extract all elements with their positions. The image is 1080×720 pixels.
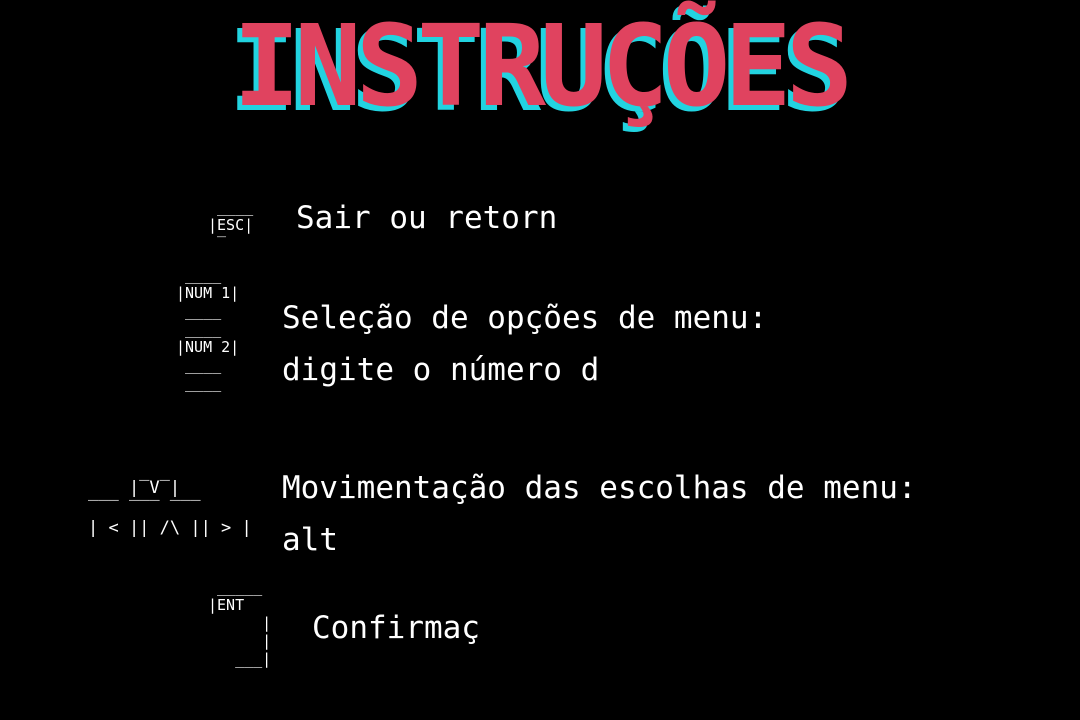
esc-instruction: Sair ou retorn <box>296 200 558 236</box>
enter-key-icon: _____ |ENT | | ___| <box>208 578 272 668</box>
num-keys-icon: ____ |NUM 1| ____ ____ |NUM 2| ____ ____ <box>176 266 240 392</box>
title-text: INSTRUÇÕES <box>232 2 853 132</box>
arrow-instruction-line-1: Movimentação das escolhas de menu: <box>282 470 917 506</box>
arrow-instruction-line-2: alt <box>282 522 338 558</box>
arrow-keys-icon: |‾V‾| ‾‾‾ ‾‾‾ ‾‾‾ | < || /\ || > | <box>88 478 252 538</box>
enter-instruction: Confirmaç <box>312 610 480 646</box>
num-instruction-line-2: digite o número d <box>282 352 600 388</box>
num-instruction-line-1: Seleção de opções de menu: <box>282 300 768 336</box>
esc-key-icon: ____ |ESC| ‾ <box>208 198 254 252</box>
